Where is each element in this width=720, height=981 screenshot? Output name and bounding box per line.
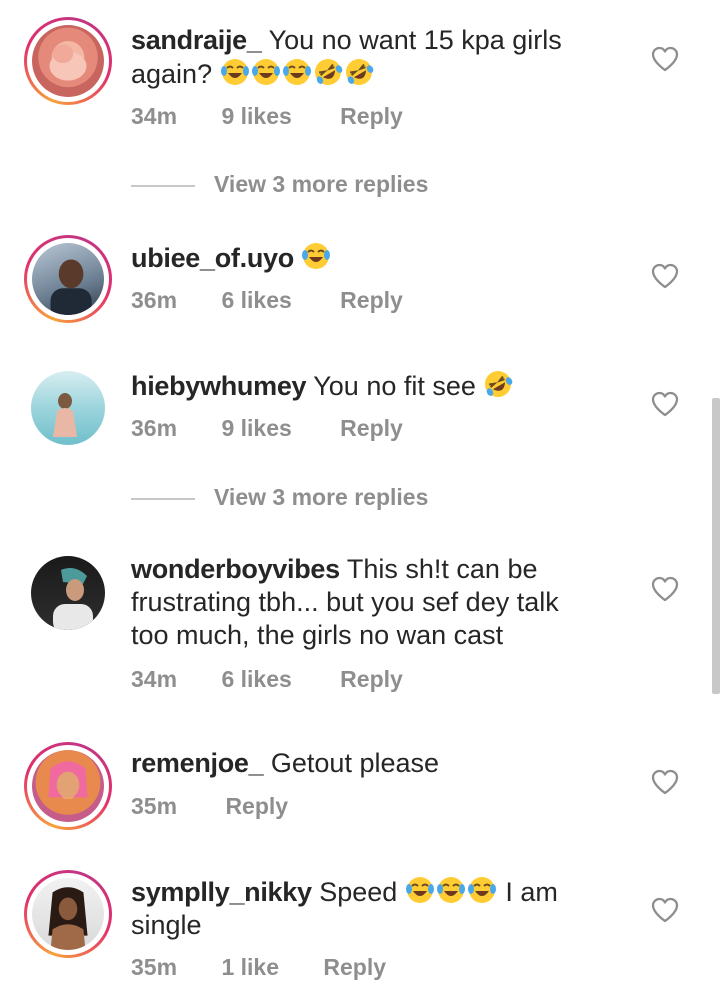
scrollbar[interactable] (712, 398, 720, 694)
timestamp: 35m (131, 793, 178, 819)
timestamp: 36m (131, 287, 178, 313)
tears-of-joy-emoji-icon (405, 875, 435, 905)
heart-outline-icon[interactable] (651, 576, 679, 602)
username[interactable]: hiebywhumey (131, 371, 307, 401)
avatar[interactable] (24, 235, 112, 323)
comment-text: sandraije_ You no want 15 kpa girls agai… (131, 24, 601, 91)
reply-button[interactable]: Reply (225, 793, 288, 820)
reply-button[interactable]: Reply (323, 954, 386, 981)
username[interactable]: ubiee_of.uyo (131, 243, 294, 273)
comment-body: Speed (319, 877, 398, 907)
username[interactable]: symplly_nikky (131, 877, 312, 907)
tears-of-joy-emoji-icon (282, 57, 312, 87)
heart-outline-icon[interactable] (651, 897, 679, 923)
heart-outline-icon[interactable] (651, 391, 679, 417)
tears-of-joy-emoji-icon (436, 875, 466, 905)
avatar[interactable] (24, 17, 112, 105)
comment-meta: 36m 6 likes Reply (131, 287, 403, 314)
timestamp: 35m (131, 954, 178, 980)
comment-body: You no fit see (313, 371, 476, 401)
avatar[interactable] (31, 371, 105, 445)
like-count[interactable]: 9 likes (221, 103, 291, 130)
comment-body: Getout please (270, 748, 440, 778)
username[interactable]: remenjoe_ (131, 748, 264, 778)
divider-line (131, 185, 195, 187)
like-count[interactable]: 6 likes (221, 287, 291, 314)
heart-outline-icon[interactable] (651, 263, 679, 289)
emoji-row (483, 371, 514, 401)
heart-outline-icon[interactable] (651, 769, 679, 795)
comment-meta: 34m 6 likes Reply (131, 666, 403, 693)
comment-meta: 35m Reply (131, 793, 288, 820)
emoji-row (301, 243, 332, 273)
like-count[interactable]: 6 likes (221, 666, 291, 693)
view-more-label[interactable]: View 3 more replies (214, 171, 428, 198)
heart-outline-icon[interactable] (651, 46, 679, 72)
comment-text: hiebywhumey You no fit see (131, 369, 601, 403)
rolling-laughing-emoji-icon (313, 57, 343, 87)
comment-text: symplly_nikky Speed I am single (131, 875, 601, 942)
comment-text: remenjoe_ Getout please (131, 747, 601, 780)
avatar[interactable] (24, 870, 112, 958)
comment-meta: 36m 9 likes Reply (131, 415, 403, 442)
timestamp: 34m (131, 103, 178, 129)
timestamp: 36m (131, 415, 178, 441)
rolling-laughing-emoji-icon (483, 369, 513, 399)
comment-text: wonderboyvibes This sh!t can be frustrat… (131, 553, 601, 652)
reply-button[interactable]: Reply (340, 415, 403, 442)
like-count[interactable]: 9 likes (221, 415, 291, 442)
tears-of-joy-emoji-icon (301, 241, 331, 271)
comment-meta: 34m 9 likes Reply (131, 103, 403, 130)
timestamp: 34m (131, 666, 178, 692)
reply-button[interactable]: Reply (340, 287, 403, 314)
comment-text: ubiee_of.uyo (131, 241, 601, 275)
view-more-label[interactable]: View 3 more replies (214, 484, 428, 511)
tears-of-joy-emoji-icon (251, 57, 281, 87)
divider-line (131, 498, 195, 500)
emoji-row (220, 59, 375, 89)
username[interactable]: wonderboyvibes (131, 554, 340, 584)
avatar[interactable] (31, 556, 105, 630)
tears-of-joy-emoji-icon (220, 57, 250, 87)
reply-button[interactable]: Reply (340, 666, 403, 693)
avatar[interactable] (24, 742, 112, 830)
comment-meta: 35m 1 like Reply (131, 954, 386, 981)
username[interactable]: sandraije_ (131, 25, 262, 55)
emoji-row (405, 877, 498, 907)
reply-button[interactable]: Reply (340, 103, 403, 130)
like-count[interactable]: 1 like (221, 954, 279, 981)
tears-of-joy-emoji-icon (467, 875, 497, 905)
rolling-laughing-emoji-icon (344, 57, 374, 87)
